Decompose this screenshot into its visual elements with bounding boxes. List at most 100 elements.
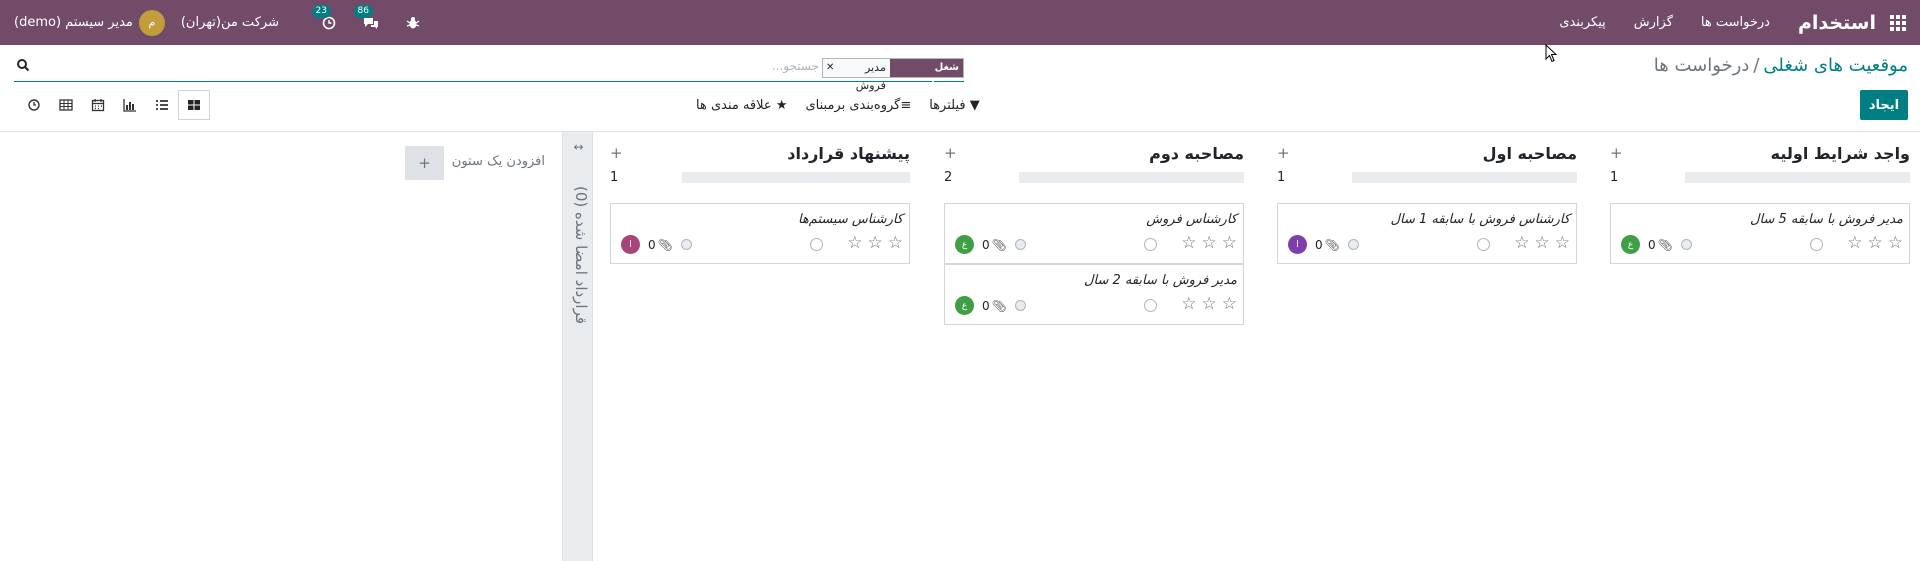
column-title[interactable]: مصاحبه اول [1483,144,1577,163]
search-options: ▼ فیلترها ≡گروه‌بندی برمبنای ★ علاقه مند… [678,98,980,113]
folded-column[interactable]: ↔ قرارداد امضا شده (0) [562,132,593,561]
column-header: پیشنهاد قرارداد + [610,144,910,166]
column-progress: 1 [610,170,910,185]
kanban-view-button[interactable] [178,90,210,120]
star-icon[interactable]: ☆ [1888,234,1903,252]
filters-dropdown[interactable]: ▼ فیلترها [929,98,980,113]
search-facet: شغل درخواستی مدیر فروش ✕ [822,58,964,92]
kanban-card[interactable]: کارشناس فروش با سابقه 1 سال ☆ ☆ ☆ ا 0 📎︎ [1277,203,1577,264]
breadcrumb-separator: / [1753,55,1760,76]
favorites-dropdown[interactable]: ★ علاقه مندی ها [696,98,787,113]
star-icon[interactable]: ☆ [1222,295,1237,313]
card-avatar: ع [1621,235,1640,254]
status-dot[interactable] [1014,300,1026,311]
bar-chart-icon [123,99,136,112]
activity-clock-icon[interactable] [1810,238,1823,251]
activity-clock-icon[interactable] [1477,238,1490,251]
breadcrumb-current: درخواست ها [1653,55,1750,76]
activity-clock-icon[interactable]: 23 [311,4,339,33]
bug-icon[interactable] [403,13,423,33]
calendar-view-button[interactable] [82,90,114,120]
facet-value: مدیر فروش [837,59,890,92]
groupby-dropdown[interactable]: ≡گروه‌بندی برمبنای [805,98,911,113]
star-icon[interactable]: ☆ [868,234,883,252]
kanban-card[interactable]: کارشناس فروش ☆ ☆ ☆ ع 0 📎︎ [944,203,1244,264]
progress-bar[interactable] [1019,172,1244,183]
star-icon[interactable]: ☆ [1868,234,1883,252]
star-icon[interactable]: ☆ [1181,295,1196,313]
kanban-card[interactable]: مدیر فروش با سابقه 2 سال ☆ ☆ ☆ ع 0 📎︎ [944,264,1244,325]
star-icon[interactable]: ☆ [847,234,862,252]
column-title[interactable]: واجد شرایط اولیه [1771,144,1910,163]
company-switcher[interactable]: شرکت من(تهران) [181,15,279,30]
activity-clock-icon[interactable] [1144,238,1157,251]
star-icon[interactable]: ☆ [1555,234,1570,252]
add-card-icon[interactable]: + [1610,144,1623,162]
add-column-label[interactable]: افزودن یک ستون [452,154,545,169]
progress-bar[interactable] [682,172,910,183]
kanban-card[interactable]: کارشناس سیستم‌ها ☆ ☆ ☆ ا 0 📎︎ [610,203,910,264]
breadcrumb: موقعیت های شغلی/درخواست ها [1654,55,1908,76]
activity-badge: 23 [311,4,331,18]
progress-bar[interactable] [1352,172,1577,183]
list-view-button[interactable] [146,90,178,120]
status-dot[interactable] [1014,239,1026,250]
search-input[interactable] [714,59,819,73]
paperclip-icon: 📎︎ [1657,237,1673,252]
card-footer: ع 0 📎︎ [955,235,1026,254]
unfold-arrows-icon[interactable]: ↔ [563,140,594,154]
menu-reporting[interactable]: گزارش [1634,15,1673,30]
star-icon[interactable]: ☆ [1222,234,1237,252]
app-brand[interactable]: استخدام [1798,12,1876,34]
star-icon[interactable]: ☆ [1202,295,1217,313]
card-avatar: ا [621,235,640,254]
paperclip-icon: 📎︎ [657,237,673,252]
list-icon [156,100,168,110]
create-button[interactable]: ایجاد [1860,90,1908,120]
column-title[interactable]: مصاحبه دوم [1149,144,1244,163]
priority-stars: ☆ ☆ ☆ [842,234,903,252]
star-icon[interactable]: ☆ [1535,234,1550,252]
navbar-left: 86 23 شرکت من(تهران) م مدیر سیستم (demo) [0,0,445,45]
add-card-icon[interactable]: + [1277,144,1290,162]
star-icon[interactable]: ☆ [1181,234,1196,252]
star-icon[interactable]: ☆ [1514,234,1529,252]
activity-view-button[interactable] [18,90,50,120]
progress-bar[interactable] [1685,172,1910,183]
facet-label: شغل درخواستی [889,59,963,91]
search-bar: شغل درخواستی مدیر فروش ✕ [14,55,964,92]
priority-stars: ☆ ☆ ☆ [1509,234,1570,252]
menu-applications[interactable]: درخواست ها [1701,15,1770,30]
graph-view-button[interactable] [114,90,146,120]
facet-remove-icon[interactable]: ✕ [823,59,838,77]
search-icon[interactable] [16,58,30,72]
menu-configuration[interactable]: پیکربندی [1559,15,1605,30]
chat-icon[interactable]: 86 [353,4,381,33]
user-menu[interactable]: م مدیر سیستم (demo) [14,9,165,36]
star-icon[interactable]: ☆ [1202,234,1217,252]
user-avatar: م [138,9,165,36]
add-column-button[interactable]: + [405,146,444,180]
star-icon[interactable]: ☆ [1847,234,1862,252]
calendar-icon [91,99,105,112]
breadcrumb-parent[interactable]: موقعیت های شغلی [1763,55,1908,76]
kanban-column: مصاحبه دوم + 2 کارشناس فروش ☆ ☆ ☆ ع 0 📎︎ م… [944,132,1244,561]
pivot-view-button[interactable] [50,90,82,120]
navbar-right: استخدام درخواست ها گزارش پیکربندی [1531,0,1920,45]
add-card-icon[interactable]: + [944,144,957,162]
activity-clock-icon[interactable] [1144,299,1157,312]
paperclip-icon: 📎︎ [991,298,1007,313]
star-icon[interactable]: ☆ [888,234,903,252]
add-card-icon[interactable]: + [610,144,623,162]
mouse-cursor-icon [1545,44,1558,63]
attachment-count: 0 [982,298,990,313]
kanban-card[interactable]: مدیر فروش با سابقه 5 سال ☆ ☆ ☆ ع 0 📎︎ [1610,203,1910,264]
activity-clock-icon[interactable] [810,238,823,251]
status-dot[interactable] [1347,239,1359,250]
apps-menu-icon[interactable] [1888,13,1908,33]
card-title: کارشناس فروش با سابقه 1 سال [1390,212,1570,227]
status-dot[interactable] [680,239,692,250]
column-title[interactable]: پیشنهاد قرارداد [787,144,910,163]
kanban-icon [188,100,200,110]
status-dot[interactable] [1680,239,1692,250]
